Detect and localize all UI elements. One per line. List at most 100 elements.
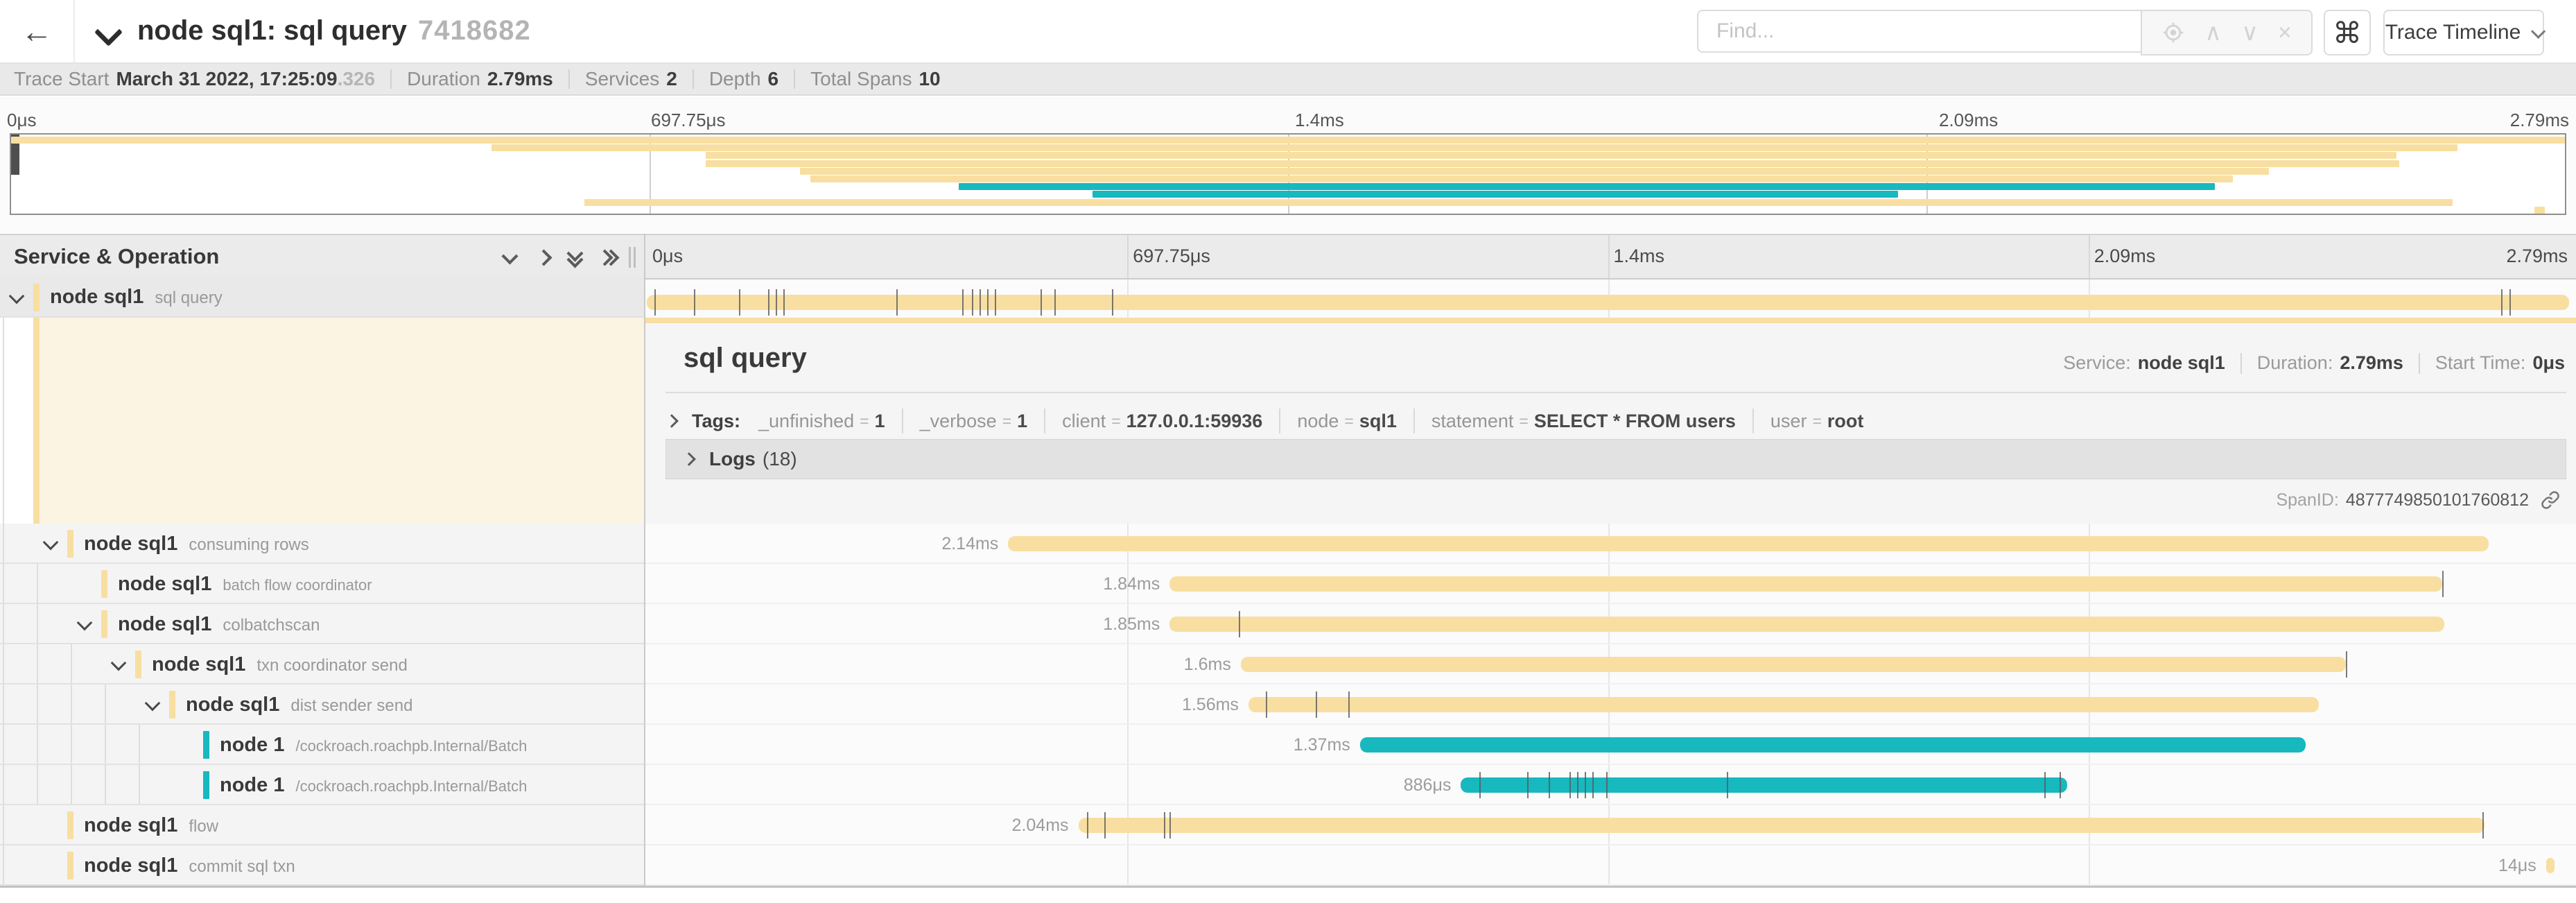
tag-divider [1413,409,1415,433]
span-tree-label: node sql1dist sender send [186,685,412,728]
locate-icon[interactable] [2161,21,2185,44]
panel-divider[interactable] [644,234,645,886]
summary-label: Trace Start [14,68,109,90]
span-duration-label: 2.04ms [861,805,1069,845]
timeline-row: 886μs [645,765,2576,805]
tag-divider [1752,409,1754,433]
panel-splitter-grip[interactable] [627,247,637,268]
span-bar[interactable] [2546,858,2555,873]
find-next-icon[interactable]: ∨ [2241,21,2259,44]
trace-title-text: node sql1: sql query [137,15,407,46]
timeline-ruler-label: 1.4ms [1614,246,1665,267]
minimap-ruler-label: 0μs [7,110,36,131]
span-duration-label: 886μs [1243,765,1451,805]
span-tree-row[interactable]: node sql1batch flow coordinator [0,564,645,604]
app-header: ← node sql1: sql query 7418682 ∧ ∨ × ⌘ Tr… [0,0,2576,64]
log-marker-tick [1041,289,1042,316]
summary-item: Duration2.79ms [407,68,553,90]
span-bar[interactable] [647,295,2569,310]
service-name: node sql1 [50,286,143,308]
tag-divider [1279,409,1280,433]
summary-item: Total Spans10 [810,68,940,90]
expand-one-icon[interactable] [538,250,550,263]
span-tree-row[interactable]: node sql1txn coordinator send [0,644,645,685]
summary-label: Duration [407,68,480,90]
expand-all-icon[interactable] [602,250,614,263]
service-name: node 1 [220,734,284,756]
find-toolbar: ∧ ∨ × [2141,10,2313,55]
operation-name: colbatchscan [223,616,320,635]
tag-key: client [1062,411,1106,432]
service-color-bar [101,610,107,638]
logs-accordion[interactable]: Logs (18) [665,439,2566,479]
minimap-span-bar [1093,191,1898,198]
trace-minimap[interactable] [10,133,2566,215]
span-bar[interactable] [1169,617,2444,632]
tree-guide-line [105,765,106,804]
span-tree-row[interactable]: node 1/cockroach.roachpb.Internal/Batch [0,725,645,765]
deep-link-icon[interactable] [2540,490,2561,510]
tag-equals: = [1002,412,1011,431]
logs-label: Logs [709,448,756,470]
service-name: node 1 [220,774,284,796]
span-tree-row[interactable]: node sql1commit sql txn [0,845,645,886]
tag-equals: = [1111,412,1120,431]
log-marker-tick [776,289,777,316]
span-tree-label: node sql1txn coordinator send [152,644,408,688]
span-tree-row[interactable]: node sql1sql query [0,277,645,318]
selected-span-highlight [40,318,645,524]
span-bar[interactable] [1008,536,2488,551]
tags-accordion[interactable]: Tags: _unfinished=1_verbose=1client=127.… [667,405,1863,437]
span-bar[interactable] [1461,777,2067,793]
log-marker-tick [1606,772,1608,798]
span-expand-chevron-icon[interactable] [9,288,25,304]
log-marker-tick [962,289,964,316]
service-color-bar [33,284,40,311]
span-expand-chevron-icon[interactable] [145,696,161,712]
span-bar[interactable] [1169,576,2442,592]
span-bar[interactable] [1079,818,2484,833]
tags-label: Tags: [692,411,740,432]
span-tree-row[interactable]: node 1/cockroach.roachpb.Internal/Batch [0,765,645,805]
collapse-all-icon[interactable] [568,250,581,263]
trace-id: 7418682 [418,15,531,46]
span-id-row: SpanID: 4877749850101760812 [2276,490,2561,510]
span-expand-chevron-icon[interactable] [111,655,127,671]
tag-divider [1044,409,1045,433]
collapse-one-icon[interactable] [503,250,516,263]
span-tree-row[interactable]: node sql1consuming rows [0,524,645,564]
tag-value: sql1 [1359,411,1397,432]
span-tree-label: node sql1batch flow coordinator [118,564,372,608]
span-tree-row[interactable]: node sql1colbatchscan [0,604,645,644]
span-duration-label: 2.14ms [790,524,998,564]
operation-name: /cockroach.roachpb.Internal/Batch [295,737,527,755]
find-clear-icon[interactable]: × [2278,21,2292,44]
span-bar[interactable] [1241,657,2346,672]
minimap-ruler-label: 697.75μs [651,110,726,131]
timeline-row: 1.56ms [645,685,2576,725]
find-prev-icon[interactable]: ∧ [2204,21,2222,44]
log-marker-tick [1348,691,1350,718]
keyboard-shortcuts-button[interactable]: ⌘ [2324,10,2371,55]
span-tree-label: node sql1sql query [50,277,223,320]
chevron-right-icon [682,452,696,466]
trace-collapse-chevron-icon[interactable] [94,18,123,46]
span-expand-chevron-icon[interactable] [43,535,59,551]
tree-guide-line [71,725,72,764]
trace-view-page: ← node sql1: sql query 7418682 ∧ ∨ × ⌘ Tr… [0,0,2576,903]
log-marker-tick [1087,812,1088,839]
log-marker-tick [896,289,898,316]
detail-divider [665,392,2566,393]
find-input[interactable] [1697,10,2141,53]
trace-timeline-view-button[interactable]: Trace Timeline [2383,10,2544,55]
operation-name: /cockroach.roachpb.Internal/Batch [295,777,527,795]
span-expand-chevron-icon[interactable] [77,615,93,631]
span-tree-row[interactable]: node sql1dist sender send [0,685,645,725]
span-bar[interactable] [1360,737,2306,752]
back-button[interactable]: ← [21,12,53,50]
timeline-row: 14μs [645,845,2576,886]
span-tree-row[interactable]: node sql1flow [0,805,645,845]
summary-divider [794,69,795,89]
span-bar[interactable] [1248,697,2320,712]
log-marker-tick [1112,289,1113,316]
